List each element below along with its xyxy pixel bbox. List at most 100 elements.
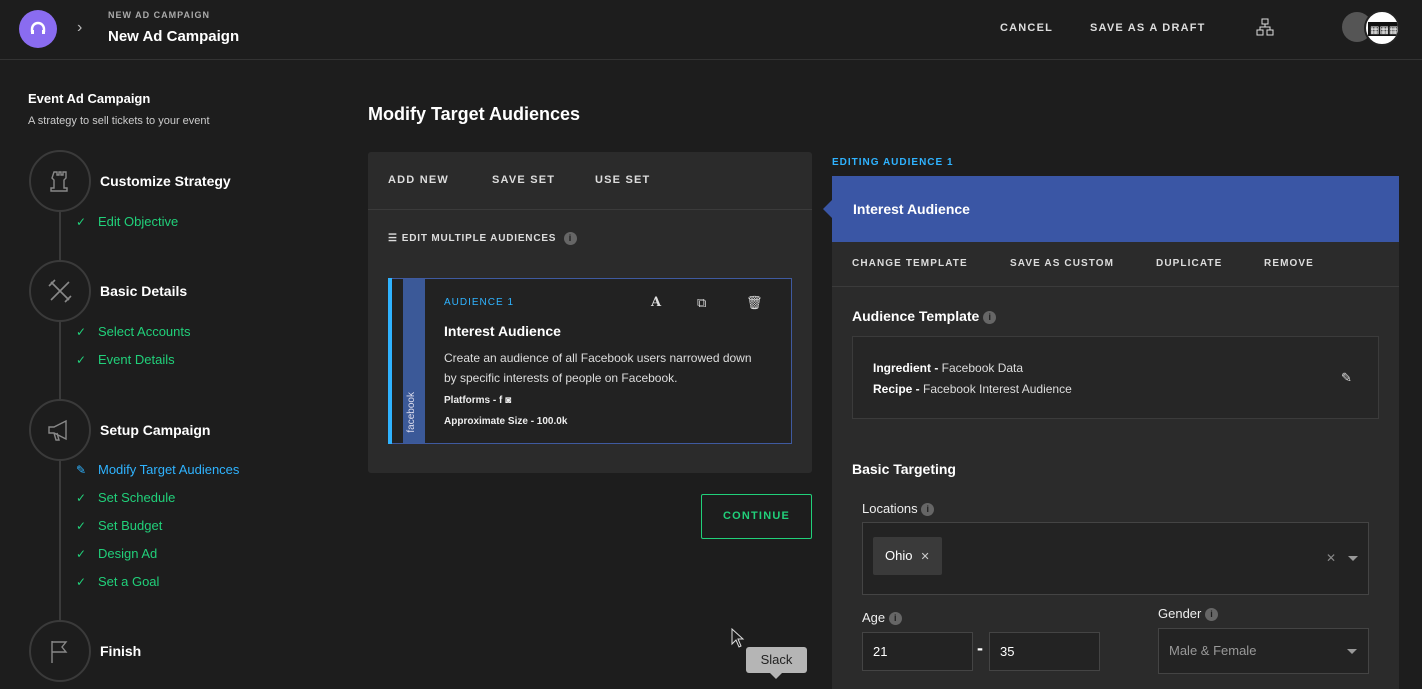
step-finish[interactable]: Finish bbox=[100, 643, 141, 659]
chevron-right-icon: › bbox=[77, 19, 83, 36]
substep-edit-objective[interactable]: ✓ Edit Objective bbox=[76, 214, 178, 229]
edit-multiple-audiences-button[interactable]: ☰ EDIT MULTIPLE AUDIENCES i bbox=[388, 232, 577, 245]
substep-modify-target-audiences[interactable]: ✎ Modify Target Audiences bbox=[76, 462, 239, 477]
save-set-button[interactable]: SAVE SET bbox=[492, 174, 555, 186]
edit-template-icon[interactable]: ✎ bbox=[1341, 370, 1352, 386]
substep-event-details[interactable]: ✓ Event Details bbox=[76, 352, 175, 367]
substep-select-accounts[interactable]: ✓ Select Accounts bbox=[76, 324, 191, 339]
save-draft-button[interactable]: SAVE AS A DRAFT bbox=[1090, 22, 1206, 34]
substep-label: Select Accounts bbox=[98, 324, 191, 339]
chip-label: Ohio bbox=[885, 548, 913, 563]
org-chart-icon[interactable] bbox=[1256, 18, 1274, 41]
gender-value: Male & Female bbox=[1169, 643, 1257, 658]
remove-button[interactable]: REMOVE bbox=[1264, 258, 1314, 269]
basic-targeting-heading: Basic Targeting bbox=[852, 461, 956, 477]
label-text: Locations bbox=[862, 501, 918, 516]
location-chip[interactable]: Ohio ✕ bbox=[873, 537, 942, 575]
range-dash: - bbox=[977, 638, 983, 658]
platforms-label: Platforms - bbox=[444, 395, 500, 406]
substep-label: Set a Goal bbox=[98, 574, 160, 589]
facebook-icon: f bbox=[499, 395, 503, 406]
check-icon: ✓ bbox=[76, 547, 87, 561]
audience-description: Create an audience of all Facebook users… bbox=[444, 351, 752, 385]
recipe-value: Facebook Interest Audience bbox=[923, 382, 1072, 396]
substep-label: Edit Objective bbox=[98, 214, 179, 229]
audience-editor: Interest Audience CHANGE TEMPLATE SAVE A… bbox=[832, 176, 1399, 689]
cancel-button[interactable]: CANCEL bbox=[1000, 22, 1053, 34]
step-customize-strategy[interactable]: Customize Strategy bbox=[100, 173, 231, 189]
ingredient-value: Facebook Data bbox=[941, 361, 1024, 375]
headphones-icon bbox=[30, 21, 46, 34]
platform-strip: facebook bbox=[403, 279, 425, 443]
clear-icon[interactable]: ✕ bbox=[1326, 551, 1336, 565]
age-max-input[interactable]: 35 bbox=[989, 632, 1100, 671]
svg-text:▦▦▦: ▦▦▦ bbox=[1370, 25, 1398, 36]
substep-label: Set Budget bbox=[98, 518, 163, 533]
check-icon: ✓ bbox=[76, 491, 87, 505]
account-avatar[interactable]: ▦▦▦ bbox=[1364, 10, 1400, 46]
instagram-icon: ◙ bbox=[505, 395, 512, 406]
substep-set-schedule[interactable]: ✓ Set Schedule bbox=[76, 490, 175, 505]
editing-label: EDITING AUDIENCE 1 bbox=[832, 157, 954, 168]
info-icon[interactable]: i bbox=[921, 503, 935, 517]
step-basic-details[interactable]: Basic Details bbox=[100, 283, 187, 299]
strategy-subtitle: A strategy to sell tickets to your event bbox=[28, 115, 210, 127]
audience-label: AUDIENCE 1 bbox=[444, 297, 515, 308]
breadcrumb: NEW AD CAMPAIGN bbox=[108, 10, 210, 20]
substep-design-ad[interactable]: ✓ Design Ad bbox=[76, 546, 157, 561]
continue-button[interactable]: CONTINUE bbox=[701, 494, 812, 539]
trash-icon[interactable]: 🗑 bbox=[746, 295, 763, 311]
rename-icon[interactable]: A bbox=[651, 295, 661, 310]
gender-select[interactable]: Male & Female bbox=[1158, 628, 1369, 674]
age-min-input[interactable]: 21 bbox=[862, 632, 973, 671]
save-as-custom-button[interactable]: SAVE AS CUSTOM bbox=[1010, 258, 1114, 269]
edit-multiple-label: EDIT MULTIPLE AUDIENCES bbox=[401, 233, 557, 245]
mouse-cursor-icon bbox=[731, 627, 745, 653]
locations-label: Locations i bbox=[862, 501, 935, 517]
check-icon: ✓ bbox=[76, 353, 87, 367]
label-text: Gender bbox=[1158, 606, 1202, 621]
info-icon[interactable]: i bbox=[563, 232, 577, 245]
audience-card[interactable]: facebook AUDIENCE 1 A ⧉ 🗑 Interest Audie… bbox=[388, 278, 792, 444]
check-icon: ✓ bbox=[76, 325, 87, 339]
megaphone-icon bbox=[29, 399, 91, 461]
check-icon: ✓ bbox=[76, 215, 87, 229]
audience-title: Interest Audience bbox=[444, 323, 561, 339]
template-box: Ingredient - Facebook Data Recipe - Face… bbox=[852, 336, 1379, 419]
add-new-button[interactable]: ADD NEW bbox=[388, 174, 449, 186]
substep-set-budget[interactable]: ✓ Set Budget bbox=[76, 518, 162, 533]
substep-set-a-goal[interactable]: ✓ Set a Goal bbox=[76, 574, 159, 589]
check-icon: ✓ bbox=[76, 575, 87, 589]
platforms-row: Platforms - f ◙ bbox=[444, 395, 511, 406]
audience-panel: ADD NEW SAVE SET USE SET ☰ EDIT MULTIPLE … bbox=[368, 152, 812, 473]
use-set-button[interactable]: USE SET bbox=[595, 174, 650, 186]
age-label: Age i bbox=[862, 610, 902, 626]
page-title: New Ad Campaign bbox=[108, 28, 240, 45]
top-bar: › NEW AD CAMPAIGN New Ad Campaign CANCEL… bbox=[0, 0, 1422, 60]
heading-text: Audience Template bbox=[852, 308, 980, 324]
audience-toolbar: ADD NEW SAVE SET USE SET bbox=[368, 152, 812, 210]
change-template-button[interactable]: CHANGE TEMPLATE bbox=[852, 258, 968, 269]
editor-actions: CHANGE TEMPLATE SAVE AS CUSTOM DUPLICATE… bbox=[832, 242, 1399, 287]
flag-icon bbox=[29, 620, 91, 682]
info-icon[interactable]: i bbox=[983, 310, 997, 324]
section-title: Modify Target Audiences bbox=[368, 104, 581, 124]
remove-chip-icon[interactable]: ✕ bbox=[920, 551, 929, 563]
tooltip: Slack bbox=[746, 647, 807, 679]
step-setup-campaign[interactable]: Setup Campaign bbox=[100, 422, 210, 438]
tools-icon bbox=[29, 260, 91, 322]
strategy-title: Event Ad Campaign bbox=[28, 91, 151, 106]
editor-title: Interest Audience bbox=[853, 201, 970, 217]
duplicate-button[interactable]: DUPLICATE bbox=[1156, 258, 1222, 269]
substep-label: Event Details bbox=[98, 352, 175, 367]
editor-header: Interest Audience bbox=[832, 176, 1399, 242]
locations-input[interactable]: Ohio ✕ ✕ bbox=[862, 522, 1369, 595]
recipe-line: Recipe - Facebook Interest Audience bbox=[873, 382, 1072, 396]
substep-label: Set Schedule bbox=[98, 490, 176, 505]
info-icon[interactable]: i bbox=[1205, 608, 1218, 622]
app-logo[interactable] bbox=[19, 10, 57, 48]
info-icon[interactable]: i bbox=[888, 612, 902, 626]
chevron-down-icon[interactable] bbox=[1348, 556, 1358, 561]
copy-icon[interactable]: ⧉ bbox=[697, 295, 706, 311]
list-icon: ☰ bbox=[388, 233, 398, 245]
